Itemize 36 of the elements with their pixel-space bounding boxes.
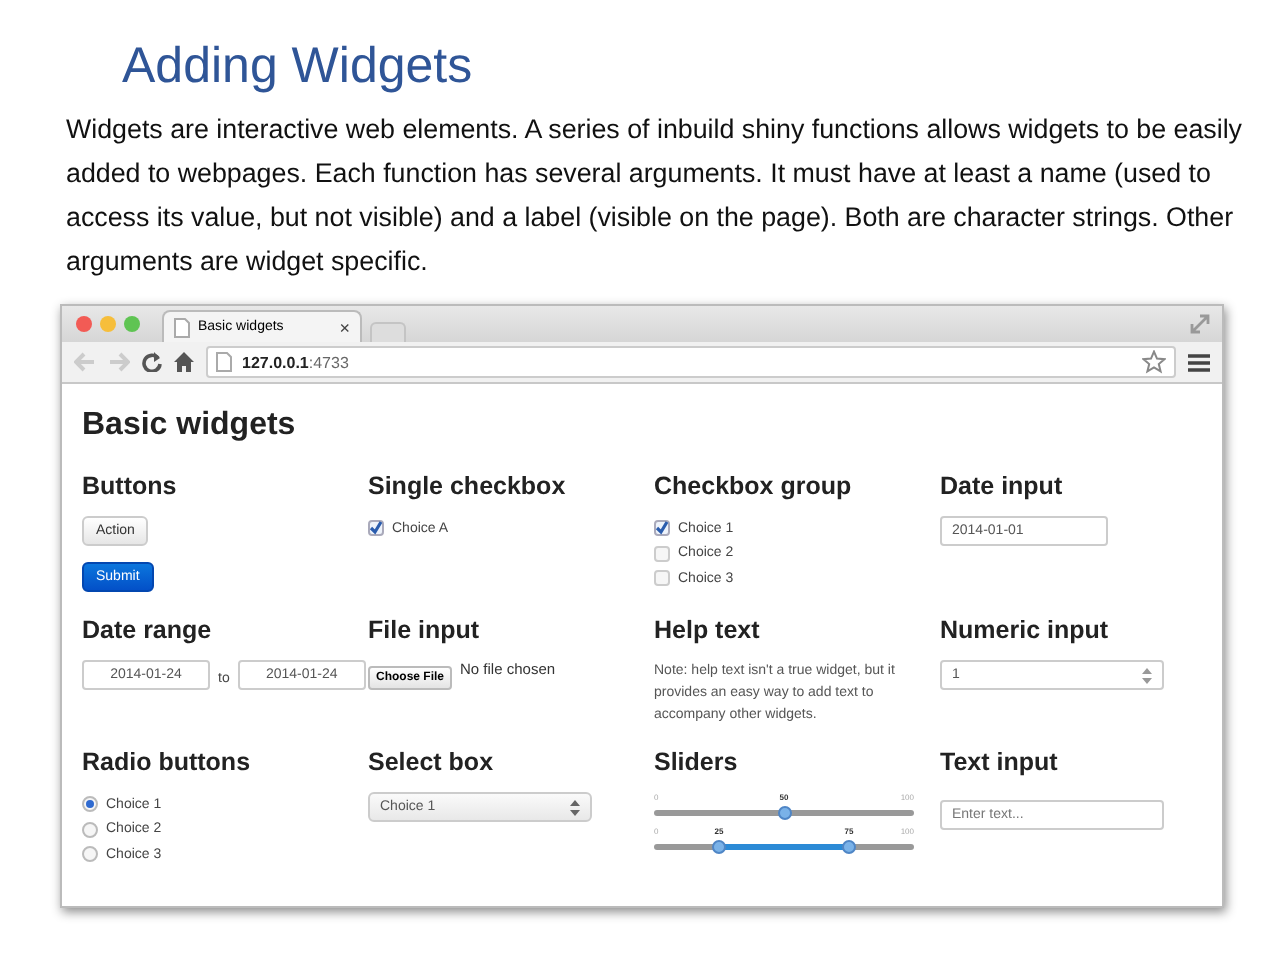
- section-heading: Radio buttons: [82, 748, 253, 776]
- reload-icon[interactable]: [142, 352, 162, 372]
- section-heading: Buttons: [82, 472, 179, 500]
- home-icon[interactable]: [174, 352, 194, 372]
- page-icon: [216, 352, 232, 372]
- slide-title: Adding Widgets: [122, 36, 475, 96]
- radio-button[interactable]: [82, 796, 98, 813]
- url-text: 127.0.0.1:4733: [242, 353, 351, 371]
- section-heading: Select box: [368, 748, 496, 776]
- slider-handle[interactable]: [712, 840, 726, 854]
- page-heading: Basic widgets: [82, 408, 298, 444]
- spinner-icon[interactable]: [1142, 667, 1152, 683]
- section-heading: Single checkbox: [368, 472, 568, 500]
- section-heading: File input: [368, 616, 482, 644]
- close-icon[interactable]: ×: [339, 317, 350, 337]
- page-icon: [174, 317, 190, 337]
- expand-icon[interactable]: [1190, 314, 1210, 334]
- section-heading: Text input: [940, 748, 1060, 776]
- star-icon[interactable]: [1142, 350, 1166, 374]
- caret-icon: [570, 799, 580, 815]
- slide-paragraph: Widgets are interactive web elements. A series of inbuild shiny functions allows widgets to be easily added to webpages. Each function has several arguments. It must have at least a name (used to access its value, but not visible) and a label (visible on the page). Both are character strings. Other arguments are widget specific.: [66, 112, 1244, 280]
- section-heading: Date range: [82, 616, 214, 644]
- section-heading: Help text: [654, 616, 762, 644]
- section-heading: Numeric input: [940, 616, 1111, 644]
- address-field[interactable]: 127.0.0.1:4733: [206, 346, 1176, 378]
- slider-handle[interactable]: [842, 840, 856, 854]
- window-controls-icon: [74, 314, 142, 334]
- section-heading: Checkbox group: [654, 472, 854, 500]
- slider-handle[interactable]: [777, 806, 791, 820]
- radio-button[interactable]: [82, 821, 98, 838]
- section-heading: Date input: [940, 472, 1065, 500]
- radio-button[interactable]: [82, 846, 98, 863]
- checkbox[interactable]: [368, 520, 384, 537]
- section-heading: Sliders: [654, 748, 740, 776]
- menu-icon[interactable]: [1188, 353, 1210, 371]
- checkbox[interactable]: [654, 520, 670, 537]
